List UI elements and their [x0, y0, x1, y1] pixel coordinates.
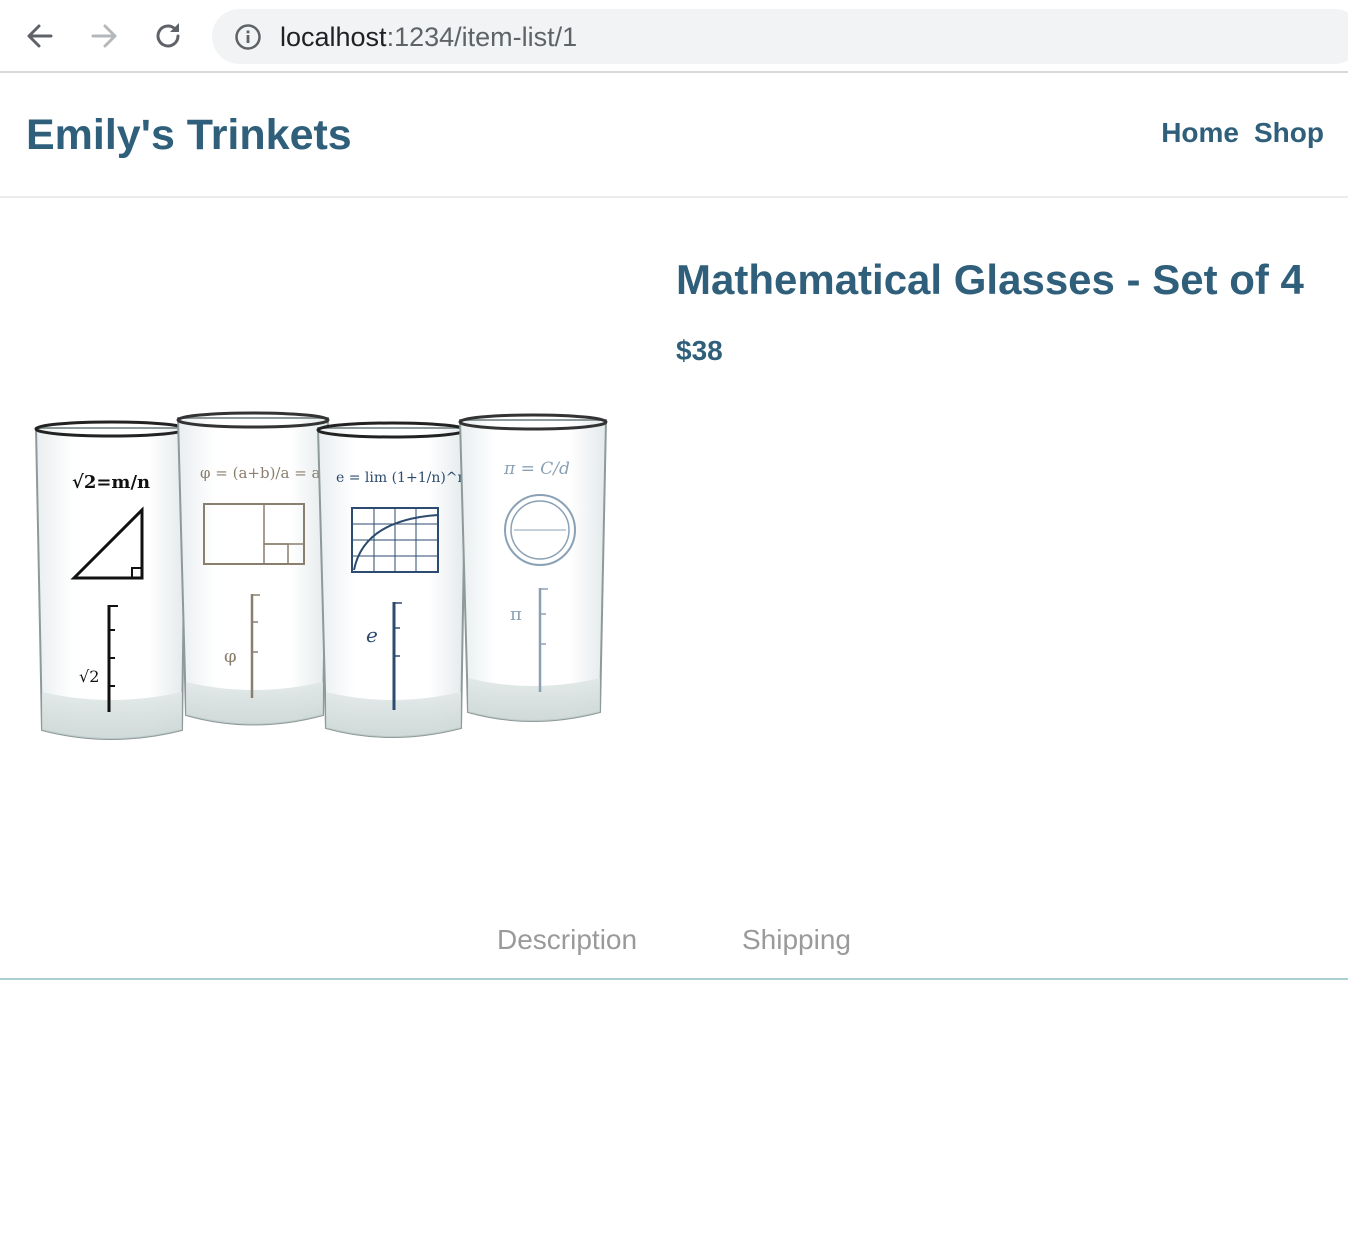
glass-pi: π = C/d π — [458, 413, 608, 722]
nav-home-link[interactable]: Home — [1161, 115, 1239, 151]
product-tabs: Description Shipping — [0, 918, 1348, 980]
glass-2-marker: φ — [224, 646, 237, 667]
site-title[interactable]: Emily's Trinkets — [26, 110, 352, 160]
url-text[interactable]: localhost:1234/item-list/1 — [280, 21, 577, 53]
url-host: localhost — [280, 22, 387, 52]
glass-4-formula: π = C/d — [503, 459, 570, 479]
reload-icon — [156, 23, 180, 48]
url-path: :1234/item-list/1 — [386, 22, 578, 52]
glass-1-marker: √2 — [79, 667, 99, 686]
back-button[interactable] — [20, 16, 60, 56]
tab-description[interactable]: Description — [497, 922, 637, 958]
forward-button[interactable] — [84, 16, 124, 56]
site-nav: Home Shop — [1161, 115, 1324, 151]
glass-1-formula: √2=m/n — [72, 472, 150, 493]
glass-2-formula: φ = (a+b)/a = a/b — [200, 464, 335, 482]
tab-shipping[interactable]: Shipping — [742, 922, 851, 958]
info-icon[interactable] — [234, 23, 262, 51]
address-bar[interactable]: localhost:1234/item-list/1 — [212, 9, 1348, 64]
site-header: Emily's Trinkets Home Shop — [0, 75, 1348, 198]
product-price: $38 — [676, 335, 723, 366]
glass-3-formula: e = lim (1+1/n)^n — [336, 470, 467, 486]
glass-sqrt2: √2=m/n √2 — [34, 420, 188, 740]
glass-3-marker: e — [366, 623, 378, 647]
glass-phi: φ = (a+b)/a = a/b φ — [176, 411, 335, 726]
glasses-illustration: √2=m/n √2 φ = (a+b)/a = a/b φ e = lim (1… — [34, 411, 608, 740]
arrow-left-icon — [27, 24, 53, 48]
glass-4-marker: π — [510, 604, 522, 625]
product-title: Mathematical Glasses - Set of 4 — [676, 256, 1304, 303]
product-image: √2=m/n √2 φ = (a+b)/a = a/b φ e = lim (1… — [24, 400, 636, 765]
arrow-right-icon — [91, 24, 117, 48]
nav-shop-link[interactable]: Shop — [1254, 115, 1324, 151]
reload-button[interactable] — [148, 16, 188, 56]
browser-toolbar: localhost:1234/item-list/1 — [0, 0, 1348, 73]
glass-e: e = lim (1+1/n)^n e — [316, 421, 468, 738]
